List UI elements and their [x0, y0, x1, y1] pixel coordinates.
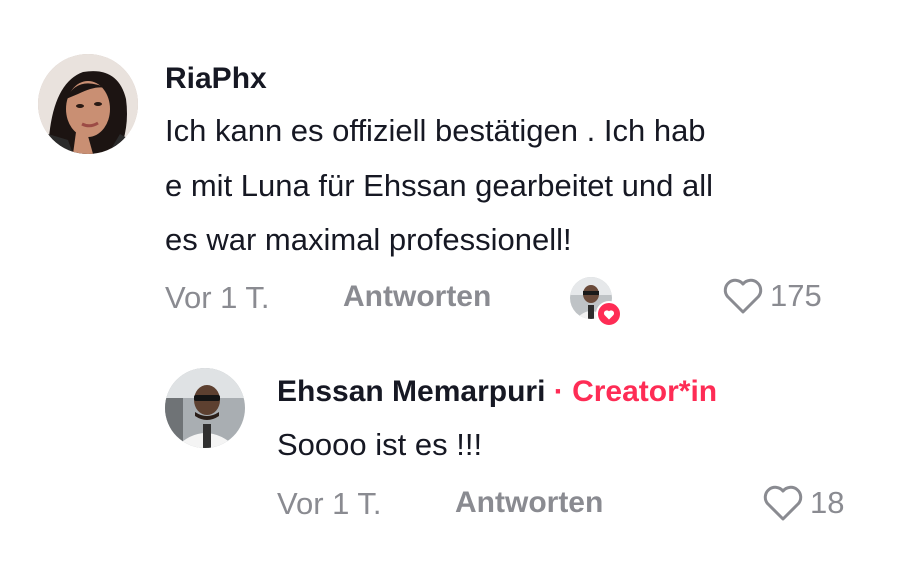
- reply-reply-button[interactable]: Antworten: [455, 486, 603, 520]
- comment-like-count: 175: [770, 278, 822, 313]
- creator-avatar[interactable]: [165, 368, 245, 448]
- comment-text-line: es war maximal professionell!: [165, 222, 572, 257]
- creator-badge: · Creator*in: [553, 375, 718, 408]
- heart-badge-icon: [596, 301, 622, 327]
- reply-username-text: Ehssan Memarpuri: [277, 375, 546, 408]
- comment-timestamp: Vor 1 T.: [165, 280, 270, 315]
- creator-liked-indicator: [570, 277, 622, 327]
- comment-username[interactable]: RiaPhx: [165, 62, 267, 96]
- comment-text-line: e mit Luna für Ehssan gearbeitet und all: [165, 168, 714, 203]
- avatar-image: [38, 54, 138, 154]
- reply-username[interactable]: Ehssan Memarpuri · Creator*in: [277, 375, 717, 409]
- avatar-image: [165, 368, 245, 448]
- heart-outline-icon: [763, 485, 803, 521]
- reply-button[interactable]: Antworten: [343, 280, 491, 314]
- user-avatar[interactable]: [38, 54, 138, 154]
- reply-timestamp: Vor 1 T.: [277, 486, 382, 521]
- comment-like-button[interactable]: 175: [722, 277, 822, 315]
- reply-like-button[interactable]: 18: [762, 484, 844, 522]
- reply-text: Soooo ist es !!!: [277, 427, 483, 462]
- heart-outline-icon: [723, 278, 763, 314]
- reply-like-count: 18: [810, 485, 845, 520]
- comment-text-line: Ich kann es offiziell bestätigen . Ich h…: [165, 113, 706, 148]
